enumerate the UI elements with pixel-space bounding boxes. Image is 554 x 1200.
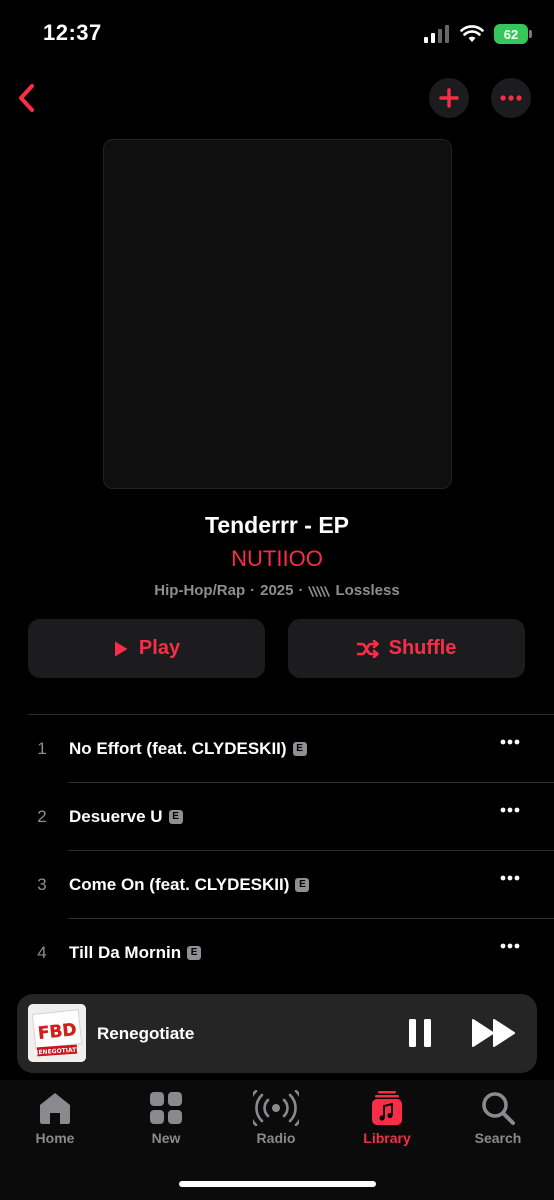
now-playing-title: Renegotiate: [97, 1024, 195, 1043]
pause-button[interactable]: [407, 1018, 433, 1053]
next-track-button[interactable]: [471, 1018, 517, 1053]
album-year: 2025: [260, 582, 294, 599]
track-more-icon[interactable]: [500, 807, 520, 813]
add-to-library-button[interactable]: [429, 78, 469, 118]
track-row[interactable]: 2 Desuerve U E: [0, 783, 554, 851]
more-options-button[interactable]: [491, 78, 531, 118]
home-icon: [40, 1093, 70, 1124]
play-icon: [114, 641, 128, 656]
grid-icon: [150, 1092, 182, 1124]
forward-icon: [472, 1019, 515, 1047]
track-number: 2: [37, 807, 47, 826]
shuffle-button[interactable]: Shuffle: [288, 619, 525, 678]
battery-indicator: 62: [494, 24, 532, 44]
track-more-icon[interactable]: [500, 739, 520, 745]
track-title-text: Come On (feat. CLYDESKII): [69, 875, 290, 894]
pause-icon: [409, 1019, 431, 1047]
track-title-text: Desuerve U: [69, 807, 163, 826]
svg-text:FBD: FBD: [37, 1020, 78, 1044]
shuffle-label: Shuffle: [388, 637, 457, 659]
status-time: 12:37: [43, 20, 102, 45]
explicit-badge: E: [295, 878, 310, 892]
now-playing-artwork-image: FBD RENEGOTIATE: [28, 1004, 86, 1062]
artist-name[interactable]: NUTIIOO: [0, 546, 554, 572]
album-artwork: [103, 139, 452, 489]
track-number: 4: [37, 943, 47, 962]
plus-icon: [439, 88, 459, 108]
explicit-badge: E: [187, 946, 202, 960]
track-title-text: No Effort (feat. CLYDESKII): [69, 739, 287, 758]
back-button[interactable]: [8, 80, 44, 116]
track-title: Desuerve U E: [69, 807, 183, 827]
explicit-badge: E: [292, 742, 307, 756]
track-row[interactable]: 1 No Effort (feat. CLYDESKII) E: [0, 715, 554, 783]
radio-icon: [253, 1090, 299, 1126]
tab-radio[interactable]: Radio: [231, 1090, 321, 1146]
play-label: Play: [138, 637, 181, 659]
shuffle-icon: [356, 639, 379, 658]
play-button[interactable]: Play: [28, 619, 265, 678]
track-number: 1: [37, 739, 47, 758]
now-playing-artwork: FBD RENEGOTIATE: [28, 1004, 86, 1062]
mini-player[interactable]: FBD RENEGOTIATE Renegotiate: [17, 994, 537, 1073]
home-indicator[interactable]: [179, 1181, 376, 1187]
library-icon: [372, 1091, 402, 1125]
album-page: 12:37 62 Tenderrr - EP NUTIIOO Hip-Hop/R…: [0, 0, 554, 1200]
status-bar: 12:37 62: [0, 0, 554, 70]
track-more-icon[interactable]: [500, 875, 520, 881]
battery-level: 62: [503, 26, 519, 42]
track-number: 3: [37, 875, 47, 894]
album-genre: Hip-Hop/Rap: [154, 582, 246, 599]
tab-new[interactable]: New: [121, 1090, 211, 1146]
track-title: Till Da Mornin E: [69, 943, 202, 963]
meta-separator: ·: [250, 582, 256, 599]
tab-label: Library: [363, 1130, 411, 1146]
chevron-left-icon: [19, 84, 34, 112]
status-icons: 62: [424, 24, 532, 44]
tab-library[interactable]: Library: [342, 1090, 432, 1146]
explicit-badge: E: [168, 810, 183, 824]
track-row[interactable]: 4 Till Da Mornin E: [0, 919, 554, 987]
cellular-signal-icon: [424, 25, 449, 43]
tab-home[interactable]: Home: [10, 1090, 100, 1146]
tab-label: New: [151, 1130, 181, 1146]
track-title: No Effort (feat. CLYDESKII) E: [69, 739, 307, 759]
wifi-icon: [460, 25, 484, 42]
ellipsis-icon: [500, 95, 522, 101]
meta-separator: ·: [298, 582, 304, 599]
lossless-icon: [308, 585, 331, 597]
tab-search[interactable]: Search: [453, 1090, 543, 1146]
track-row[interactable]: 3 Come On (feat. CLYDESKII) E: [0, 851, 554, 919]
track-title-text: Till Da Mornin: [69, 943, 182, 962]
tab-label: Search: [474, 1130, 522, 1146]
track-more-icon[interactable]: [500, 943, 520, 949]
track-title: Come On (feat. CLYDESKII) E: [69, 875, 310, 895]
album-quality: Lossless: [335, 582, 400, 599]
tab-label: Radio: [256, 1130, 296, 1146]
album-meta: Hip-Hop/Rap · 2025 · Lossless: [0, 582, 554, 599]
album-title: Tenderrr - EP: [205, 512, 349, 538]
search-icon: [482, 1092, 515, 1125]
tab-label: Home: [35, 1130, 75, 1146]
